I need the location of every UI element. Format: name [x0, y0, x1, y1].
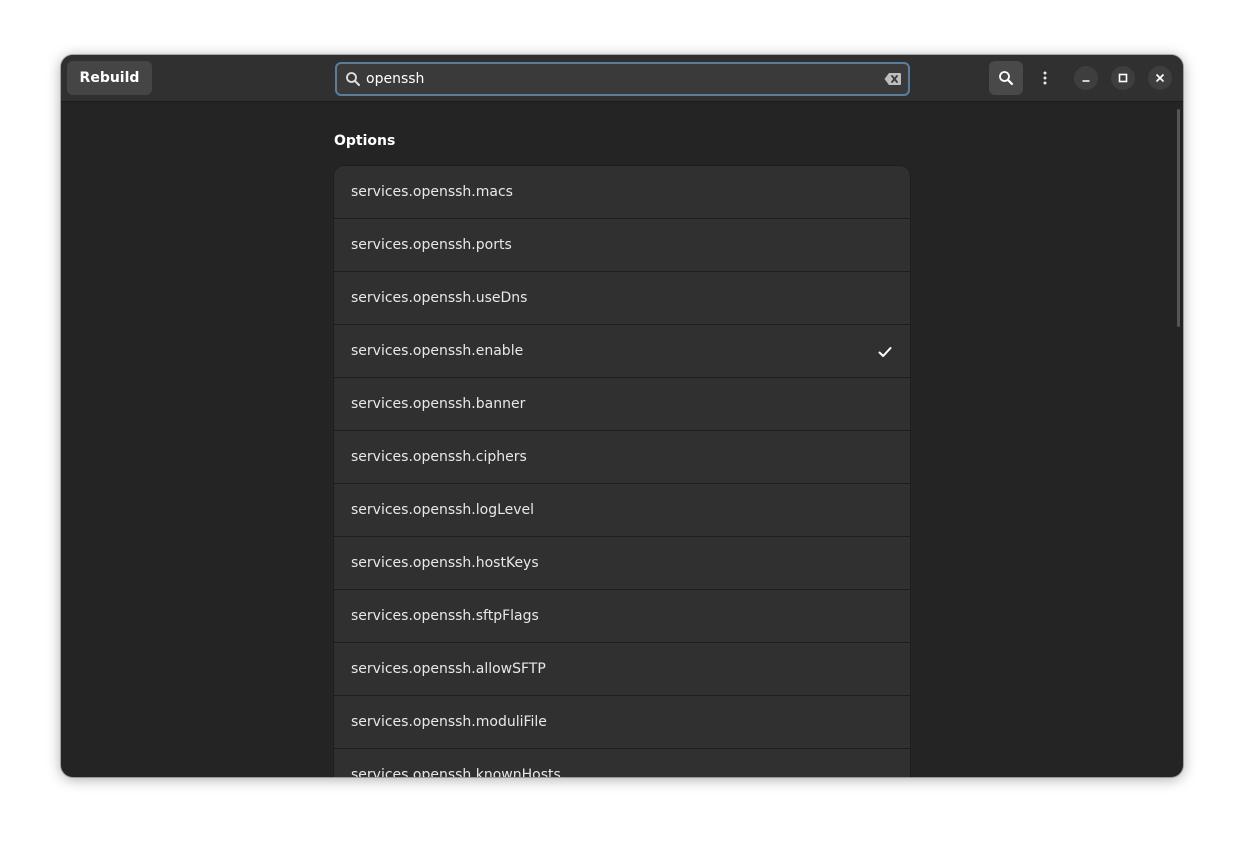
search-input[interactable]: openssh — [335, 62, 910, 96]
maximize-button[interactable] — [1111, 66, 1135, 90]
options-scroll-area[interactable]: Options services.openssh.macs services.op… — [61, 102, 1183, 777]
header-bar: Rebuild openssh — [61, 55, 1183, 102]
option-row[interactable]: services.openssh.banner — [334, 378, 910, 431]
option-label: services.openssh.sftpFlags — [351, 608, 539, 624]
option-row[interactable]: services.openssh.macs — [334, 166, 910, 219]
search-icon — [345, 71, 361, 87]
scrollbar[interactable] — [1177, 109, 1180, 327]
option-row[interactable]: services.openssh.moduliFile — [334, 696, 910, 749]
section-title: Options — [334, 133, 396, 149]
option-row[interactable]: services.openssh.useDns — [334, 272, 910, 325]
option-label: services.openssh.ciphers — [351, 449, 527, 465]
option-row[interactable]: services.openssh.allowSFTP — [334, 643, 910, 696]
option-label: services.openssh.allowSFTP — [351, 661, 546, 677]
option-label: services.openssh.moduliFile — [351, 714, 547, 730]
checkmark-icon — [878, 344, 892, 358]
option-label: services.openssh.ports — [351, 237, 512, 253]
minimize-button[interactable] — [1074, 66, 1098, 90]
options-list: services.openssh.macs services.openssh.po… — [334, 166, 910, 777]
option-label: services.openssh.macs — [351, 184, 513, 200]
option-row[interactable]: services.openssh.hostKeys — [334, 537, 910, 590]
rebuild-button[interactable]: Rebuild — [67, 61, 152, 95]
close-button[interactable] — [1148, 66, 1172, 90]
option-label: services.openssh.knownHosts — [351, 767, 561, 777]
option-row[interactable]: services.openssh.sftpFlags — [334, 590, 910, 643]
backspace-clear-icon[interactable] — [884, 71, 902, 87]
search-toggle-button[interactable] — [989, 61, 1023, 95]
main-menu-button[interactable] — [1028, 61, 1062, 95]
option-label: services.openssh.hostKeys — [351, 555, 539, 571]
search-text: openssh — [366, 71, 425, 87]
option-label: services.openssh.useDns — [351, 290, 528, 306]
option-row[interactable]: services.openssh.ciphers — [334, 431, 910, 484]
option-row[interactable]: services.openssh.enable — [334, 325, 910, 378]
option-label: services.openssh.logLevel — [351, 502, 535, 518]
option-row[interactable]: services.openssh.ports — [334, 219, 910, 272]
option-label: services.openssh.enable — [351, 343, 524, 359]
app-window: Rebuild openssh Options services.openssh… — [61, 55, 1183, 777]
option-row[interactable]: services.openssh.knownHosts — [334, 749, 910, 777]
option-row[interactable]: services.openssh.logLevel — [334, 484, 910, 537]
option-label: services.openssh.banner — [351, 396, 526, 412]
